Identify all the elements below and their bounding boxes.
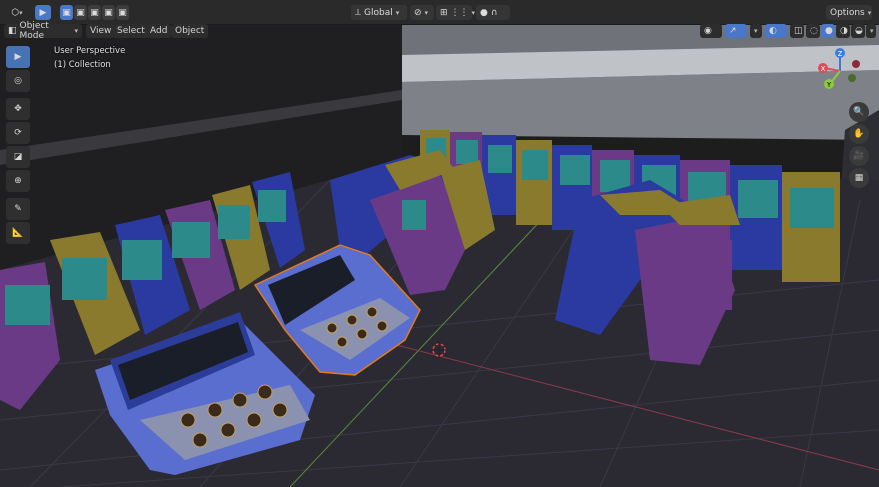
xray-toggle[interactable]: ◫ [790, 24, 804, 38]
chevron-down-icon: ▾ [870, 27, 874, 35]
select-tool-button[interactable]: ▶ [35, 5, 51, 20]
grid-icon: ▦ [854, 173, 864, 183]
back-wall-lower [402, 70, 879, 140]
chevron-down-icon: ▾ [424, 8, 429, 17]
select-subtract-icon: ▣ [90, 7, 99, 18]
wireframe-icon: ◌ [810, 26, 818, 36]
chevron-down-icon: ▾ [867, 8, 872, 17]
proportional-edit[interactable]: ● ∩ [476, 5, 510, 20]
perspective-label: User Perspective [54, 46, 126, 56]
move-tool[interactable]: ✥ [6, 98, 30, 120]
3d-viewport[interactable] [0, 24, 879, 487]
rotate-icon: ⟳ [14, 128, 22, 138]
gizmo-neg-y[interactable] [848, 74, 856, 82]
mode-label: Object Mode [19, 21, 49, 41]
snap-target-icon: ⋮⋮ [450, 7, 469, 18]
eye-icon: ◉ [704, 26, 712, 36]
scale-icon: ◪ [13, 152, 23, 162]
material-icon: ◑ [840, 26, 848, 36]
gizmo-x-label: X [821, 65, 826, 73]
menu-object-label: Object [175, 26, 205, 36]
select-mode-intersect[interactable]: ▣ [116, 5, 129, 20]
pivot-point-dropdown[interactable]: ⊘ ▾ [410, 5, 434, 20]
gizmo-z-label: Z [838, 50, 843, 58]
cursor-icon: ▶ [14, 52, 22, 62]
hand-icon: ✋ [853, 129, 865, 139]
pivot-icon: ⊘ [414, 7, 422, 18]
target-icon: ◎ [14, 76, 22, 86]
snap-icon: ⊞ [440, 7, 448, 18]
select-mode-subtract[interactable]: ▣ [88, 5, 101, 20]
select-mode-invert[interactable]: ▣ [102, 5, 115, 20]
shading-rendered[interactable]: ◒ [851, 24, 865, 38]
select-invert-icon: ▣ [104, 7, 113, 18]
mode-dropdown[interactable]: ◧ Object Mode ▾ [4, 21, 82, 41]
cursor-tool[interactable]: ◎ [6, 70, 30, 92]
scale-tool[interactable]: ◪ [6, 146, 30, 168]
camera-view-button[interactable]: 🎥 [849, 146, 869, 166]
object-mode-icon: ◧ [8, 26, 17, 36]
orientation-label: Global [364, 7, 393, 18]
annotate-icon: ✎ [14, 204, 22, 214]
select-mode-extend[interactable]: ▣ [74, 5, 87, 20]
gizmo-neg-x[interactable] [852, 60, 860, 68]
move-icon: ✥ [14, 104, 22, 114]
collection-label: (1) Collection [54, 60, 111, 70]
transform-orientation-dropdown[interactable]: ⟂ Global ▾ [351, 5, 407, 20]
menu-view[interactable]: View [86, 24, 116, 38]
shading-dropdown[interactable]: ▾ [866, 24, 876, 38]
overlay-toggle[interactable]: ◐ [765, 24, 787, 38]
gizmo-toggle[interactable]: ↗ [725, 24, 747, 38]
visibility-dropdown[interactable]: ◉ [700, 24, 722, 38]
chevron-down-icon: ▾ [74, 27, 78, 35]
zoom-button[interactable]: 🔍 [849, 102, 869, 122]
measure-icon: 📐 [12, 228, 24, 238]
select-extend-icon: ▣ [76, 7, 85, 18]
cursor-icon: ▶ [39, 7, 47, 18]
shading-material[interactable]: ◑ [836, 24, 850, 38]
perspective-toggle-button[interactable]: ▦ [849, 168, 869, 188]
xray-icon: ◫ [794, 26, 803, 36]
select-mode-new[interactable]: ▣ [60, 5, 73, 20]
orientation-icon: ⟂ [355, 7, 362, 18]
options-label: Options [830, 7, 865, 18]
menu-view-label: View [90, 26, 112, 36]
transform-tool[interactable]: ⊕ [6, 170, 30, 192]
measure-tool[interactable]: 📐 [6, 222, 30, 244]
rotate-tool[interactable]: ⟳ [6, 122, 30, 144]
viewport-editor-icon: ⬡▾ [11, 7, 23, 18]
rendered-icon: ◒ [855, 26, 863, 36]
transform-icon: ⊕ [14, 176, 22, 186]
shading-wireframe[interactable]: ◌ [806, 24, 820, 38]
chevron-down-icon: ▾ [754, 27, 758, 35]
snap-dropdown[interactable]: ⊞ ⋮⋮ ▾ [436, 5, 475, 20]
menu-add[interactable]: Add [146, 24, 172, 38]
scene-render [0, 24, 879, 487]
gizmo-y-label: Y [826, 81, 832, 89]
zoom-icon: 🔍 [853, 107, 865, 117]
select-box-icon: ▣ [62, 7, 71, 18]
shading-solid[interactable]: ● [821, 24, 835, 38]
solid-icon: ● [825, 26, 833, 36]
gizmo-icon: ↗ [729, 26, 737, 36]
navigation-gizmo[interactable]: Z X Y [812, 46, 868, 96]
falloff-icon: ∩ [490, 7, 498, 18]
select-box-tool[interactable]: ▶ [6, 46, 30, 68]
options-dropdown[interactable]: Options ▾ [826, 5, 872, 20]
proportional-edit-icon: ● [480, 7, 488, 18]
pan-button[interactable]: ✋ [849, 124, 869, 144]
chevron-down-icon: ▾ [395, 8, 400, 17]
menu-select-label: Select [117, 26, 145, 36]
menu-object[interactable]: Object [171, 24, 209, 38]
menu-select[interactable]: Select [113, 24, 149, 38]
camera-icon: 🎥 [853, 151, 865, 161]
overlay-icon: ◐ [769, 26, 777, 36]
annotate-tool[interactable]: ✎ [6, 198, 30, 220]
editor-type-button[interactable]: ⬡▾ [6, 5, 28, 20]
gizmo-dropdown[interactable]: ▾ [750, 24, 762, 38]
select-intersect-icon: ▣ [118, 7, 127, 18]
menu-add-label: Add [150, 26, 168, 36]
chevron-down-icon: ▾ [471, 8, 476, 17]
